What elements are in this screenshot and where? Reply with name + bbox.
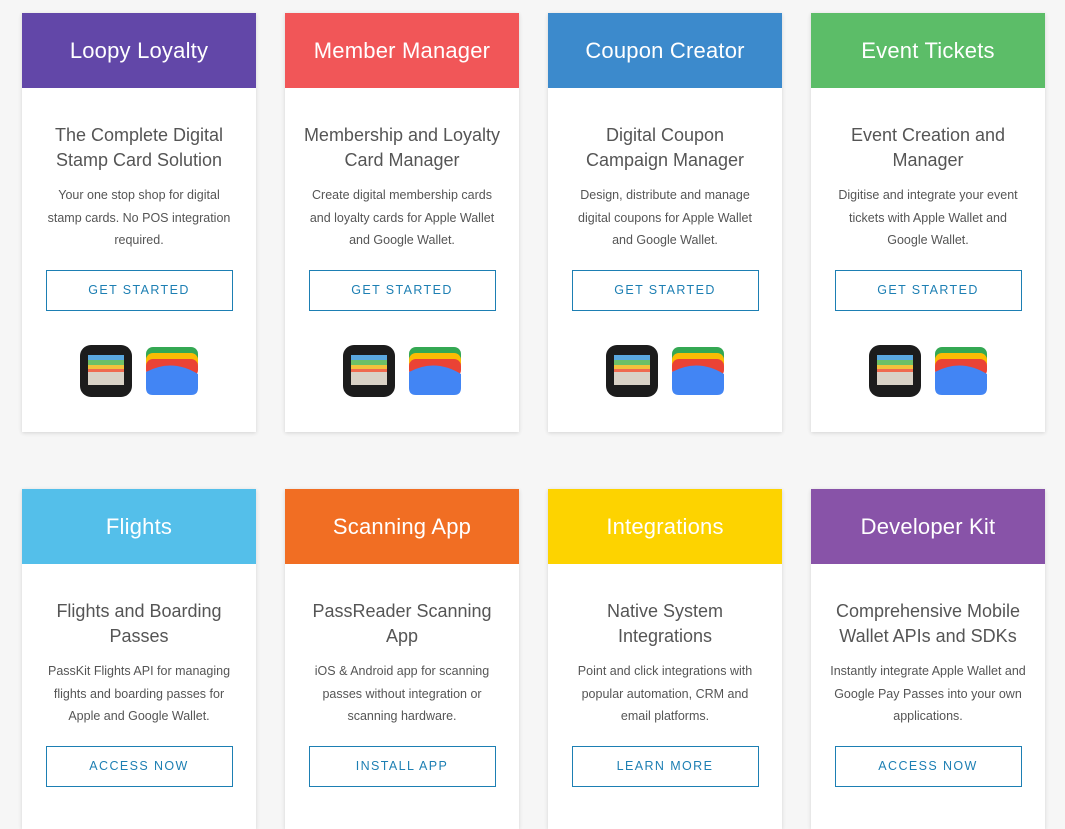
access-now-button[interactable]: ACCESS NOW — [45, 745, 233, 787]
learn-more-button[interactable]: LEARN MORE — [571, 745, 759, 787]
card-subtitle: Membership and Loyalty Card Manager — [303, 125, 501, 170]
card-title: Member Manager — [285, 13, 519, 88]
wallet-icons — [303, 344, 501, 432]
card-title: Event Tickets — [811, 13, 1045, 88]
google-wallet-icon — [672, 346, 724, 395]
card-subtitle: The Complete Digital Stamp Card Solution — [54, 125, 224, 170]
get-started-button[interactable]: GET STARTED — [45, 269, 233, 311]
get-started-button[interactable]: GET STARTED — [308, 269, 496, 311]
apple-wallet-icon — [343, 344, 395, 397]
apple-wallet-icon — [80, 344, 132, 397]
wallet-icons — [40, 344, 238, 432]
product-card: Member Manager Membership and Loyalty Ca… — [285, 13, 519, 432]
card-subtitle: Flights and Boarding Passes — [56, 601, 222, 646]
card-description: iOS & Android app for scanning passes wi… — [314, 664, 490, 723]
card-subtitle: Native System Integrations — [606, 601, 724, 646]
card-title: Developer Kit — [811, 489, 1045, 564]
card-description: Your one stop shop for digital stamp car… — [47, 188, 231, 247]
access-now-button[interactable]: ACCESS NOW — [834, 745, 1022, 787]
wallet-icons — [829, 344, 1027, 432]
card-description: Design, distribute and manage digital co… — [578, 188, 752, 247]
card-description: PassKit Flights API for managing flights… — [47, 664, 231, 723]
product-grid: Loopy Loyalty The Complete Digital Stamp… — [0, 0, 1065, 829]
get-started-button[interactable]: GET STARTED — [571, 269, 759, 311]
card-description: Digitise and integrate your event ticket… — [838, 188, 1018, 247]
card-description: Create digital membership cards and loya… — [309, 188, 495, 247]
card-subtitle: Comprehensive Mobile Wallet APIs and SDK… — [835, 601, 1021, 646]
wallet-icons — [566, 344, 764, 432]
card-title: Loopy Loyalty — [22, 13, 256, 88]
product-card: Scanning App PassReader Scanning App iOS… — [285, 489, 519, 829]
google-wallet-icon — [409, 346, 461, 395]
google-wallet-icon — [146, 346, 198, 395]
install-app-button[interactable]: INSTALL APP — [308, 745, 496, 787]
product-card: Integrations Native System Integrations … — [548, 489, 782, 829]
card-subtitle: Event Creation and Manager — [850, 125, 1006, 170]
product-card: Event Tickets Event Creation and Manager… — [811, 13, 1045, 432]
google-wallet-icon — [935, 346, 987, 395]
apple-wallet-icon — [606, 344, 658, 397]
card-title: Flights — [22, 489, 256, 564]
card-title: Scanning App — [285, 489, 519, 564]
card-subtitle: PassReader Scanning App — [312, 601, 492, 646]
product-card: Developer Kit Comprehensive Mobile Walle… — [811, 489, 1045, 829]
product-card: Flights Flights and Boarding Passes Pass… — [22, 489, 256, 829]
apple-wallet-icon — [869, 344, 921, 397]
product-card: Loopy Loyalty The Complete Digital Stamp… — [22, 13, 256, 432]
card-title: Integrations — [548, 489, 782, 564]
card-title: Coupon Creator — [548, 13, 782, 88]
card-description: Point and click integrations with popula… — [577, 664, 753, 723]
get-started-button[interactable]: GET STARTED — [834, 269, 1022, 311]
product-card: Coupon Creator Digital Coupon Campaign M… — [548, 13, 782, 432]
card-description: Instantly integrate Apple Wallet and Goo… — [830, 664, 1026, 723]
card-subtitle: Digital Coupon Campaign Manager — [585, 125, 745, 170]
